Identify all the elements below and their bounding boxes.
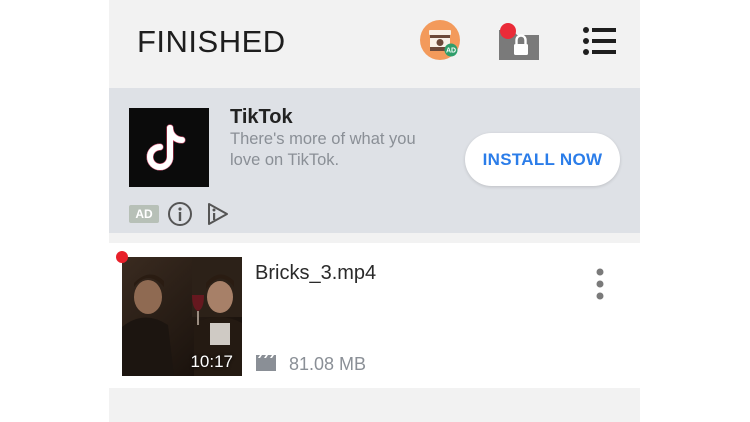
file-name: Bricks_3.mp4 bbox=[255, 262, 377, 284]
video-file-icon bbox=[256, 355, 276, 371]
ad-badge: AD bbox=[129, 205, 159, 223]
ad-banner[interactable]: TikTok There's more of what you love on … bbox=[109, 88, 640, 233]
ad-description: There's more of what you love on TikTok. bbox=[230, 130, 416, 169]
info-icon[interactable] bbox=[167, 201, 193, 227]
menu-icon[interactable] bbox=[583, 27, 617, 55]
list-footer-space bbox=[109, 388, 640, 422]
app-screen: FINISHED AD TikTok There's more of what … bbox=[109, 0, 640, 422]
top-bar: FINISHED AD bbox=[109, 0, 640, 88]
new-indicator-dot bbox=[116, 251, 128, 263]
adchoices-icon[interactable] bbox=[205, 201, 231, 227]
ad-gift-icon[interactable]: AD bbox=[420, 20, 460, 60]
install-now-button[interactable]: INSTALL NOW bbox=[465, 133, 620, 186]
video-duration: 10:17 bbox=[190, 352, 233, 371]
svg-text:AD: AD bbox=[446, 48, 456, 55]
file-list-item[interactable]: 10:17 Bricks_3.mp4 81.08 MB bbox=[109, 243, 640, 388]
section-divider bbox=[109, 233, 640, 243]
video-thumbnail[interactable]: 10:17 bbox=[122, 257, 242, 376]
file-size: 81.08 MB bbox=[289, 354, 367, 374]
page-title: FINISHED bbox=[137, 24, 286, 59]
tiktok-logo-icon bbox=[129, 108, 209, 187]
lock-folder-icon[interactable] bbox=[499, 22, 541, 60]
more-options-icon[interactable] bbox=[589, 267, 611, 301]
ad-app-name: TikTok bbox=[230, 106, 293, 128]
